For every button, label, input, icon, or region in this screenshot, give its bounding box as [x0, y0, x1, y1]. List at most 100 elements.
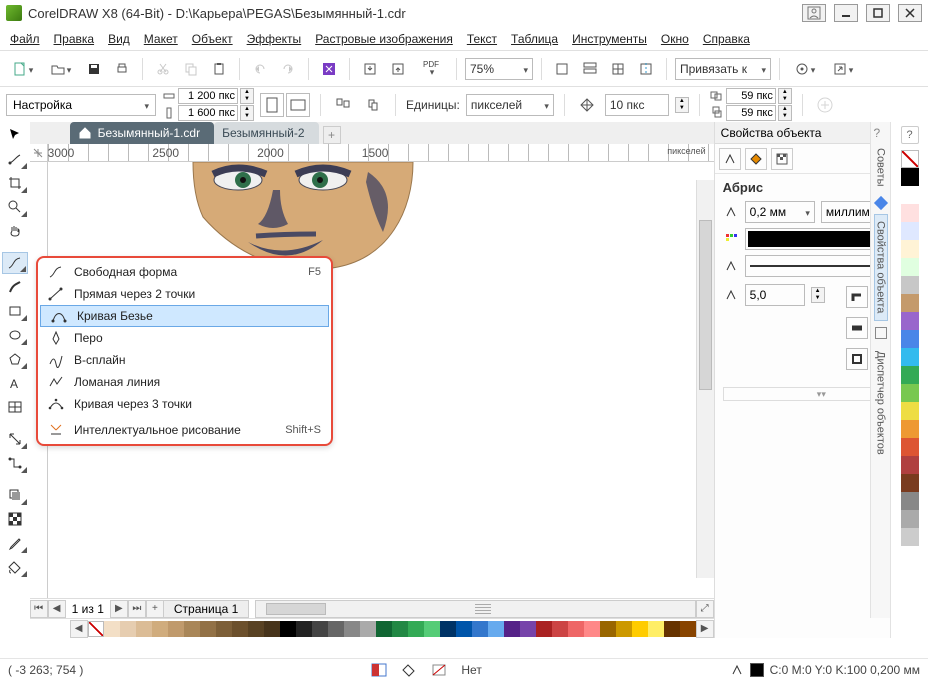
color-swatch[interactable] [360, 621, 376, 637]
color-swatch[interactable] [901, 456, 919, 474]
flyout-bspline[interactable]: В-сплайн [38, 349, 331, 371]
menu-edit[interactable]: Правка [54, 31, 95, 46]
search-content-button[interactable] [317, 57, 341, 81]
account-button[interactable] [802, 4, 826, 22]
no-color-swatch[interactable] [88, 621, 104, 637]
fullscreen-button[interactable] [550, 57, 574, 81]
rectangle-tool[interactable] [2, 300, 28, 322]
color-swatch[interactable] [648, 621, 664, 637]
outline-tab[interactable] [719, 148, 741, 170]
miter-spinner[interactable]: ▲▼ [811, 287, 825, 303]
color-swatch[interactable] [104, 621, 120, 637]
minimize-button[interactable] [834, 4, 858, 22]
units-select[interactable]: пикселей [466, 94, 554, 116]
current-page-button[interactable] [361, 93, 385, 117]
transparency-tool[interactable] [2, 508, 28, 530]
color-swatch[interactable] [152, 621, 168, 637]
first-page-button[interactable]: ⏮ [30, 600, 48, 618]
menu-effects[interactable]: Эффекты [247, 31, 302, 46]
connector-tool[interactable] [2, 452, 28, 474]
show-grid-button[interactable] [606, 57, 630, 81]
menu-file[interactable]: Файл [10, 31, 40, 46]
flyout-pen[interactable]: Перо [38, 327, 331, 349]
docker-tab-obj-props[interactable]: Свойства объекта [874, 214, 888, 320]
next-page-button[interactable]: ▶ [110, 600, 128, 618]
color-swatch[interactable] [901, 438, 919, 456]
export-button[interactable] [386, 57, 410, 81]
color-swatch[interactable] [392, 621, 408, 637]
color-swatch[interactable] [136, 621, 152, 637]
pan-tool[interactable] [2, 220, 28, 242]
zoom-one-shot-button[interactable]: ⤢ [696, 600, 714, 618]
color-swatch[interactable] [901, 348, 919, 366]
transparency-tab[interactable] [771, 148, 793, 170]
all-pages-button[interactable] [331, 93, 355, 117]
color-swatch[interactable] [328, 621, 344, 637]
freehand-tool[interactable] [2, 252, 28, 274]
flyout-bezier[interactable]: Кривая Безье [40, 305, 329, 327]
page-tab-1[interactable]: Страница 1 [163, 600, 249, 618]
color-swatch[interactable] [664, 621, 680, 637]
open-docker-button[interactable] [813, 93, 837, 117]
vertical-scrollbar[interactable] [696, 180, 714, 578]
color-swatch[interactable] [901, 222, 919, 240]
color-swatch[interactable] [901, 168, 919, 186]
color-swatch[interactable] [184, 621, 200, 637]
page-width-input[interactable]: 1 200 пкс [178, 88, 238, 104]
color-swatch[interactable] [901, 492, 919, 510]
ruler-horizontal[interactable]: 3000 2500 2000 1500 пикселей [30, 144, 714, 162]
print-button[interactable] [110, 57, 134, 81]
color-swatch[interactable] [536, 621, 552, 637]
palette-right-button[interactable]: ▶ [696, 620, 714, 638]
doc-tab-inactive[interactable]: Безымянный-2 [214, 122, 318, 144]
copy-button[interactable] [179, 57, 203, 81]
color-swatch[interactable] [264, 621, 280, 637]
page-preset-select[interactable]: Настройка [6, 94, 156, 116]
menu-tools[interactable]: Инструменты [572, 31, 647, 46]
cut-button[interactable] [151, 57, 175, 81]
dup-y-input[interactable]: 59 пкс [726, 105, 776, 121]
close-button[interactable] [898, 4, 922, 22]
miter-limit-input[interactable]: 5,0 [745, 284, 805, 306]
color-swatch[interactable] [901, 330, 919, 348]
text-tool[interactable]: A [2, 372, 28, 394]
color-swatch[interactable] [312, 621, 328, 637]
flyout-smart-drawing[interactable]: Интеллектуальное рисованиеShift+S [38, 419, 331, 441]
color-swatch[interactable] [584, 621, 600, 637]
menu-window[interactable]: Окно [661, 31, 689, 46]
new-tab-button[interactable]: + [323, 126, 341, 144]
artistic-media-tool[interactable] [2, 276, 28, 298]
pick-tool[interactable] [2, 124, 28, 146]
menu-layout[interactable]: Макет [144, 31, 178, 46]
color-swatch[interactable] [488, 621, 504, 637]
menu-help[interactable]: Справка [703, 31, 750, 46]
color-swatch[interactable] [616, 621, 632, 637]
pos-outside-button[interactable] [846, 348, 868, 370]
color-swatch[interactable] [901, 528, 919, 546]
show-rulers-button[interactable] [578, 57, 602, 81]
prev-page-button[interactable]: ◀ [48, 600, 66, 618]
flyout-freehand[interactable]: Свободная формаF5 [38, 261, 331, 283]
last-page-button[interactable]: ⏭ [128, 600, 146, 618]
fill-tool[interactable] [2, 556, 28, 578]
polygon-tool[interactable] [2, 348, 28, 370]
zoom-tool[interactable] [2, 196, 28, 218]
color-swatch[interactable] [901, 420, 919, 438]
horizontal-scrollbar[interactable] [255, 600, 695, 618]
maximize-button[interactable] [866, 4, 890, 22]
launch-button[interactable] [826, 57, 860, 81]
menu-object[interactable]: Объект [192, 31, 233, 46]
eyedropper-tool[interactable] [2, 532, 28, 554]
redo-button[interactable] [276, 57, 300, 81]
zoom-select[interactable]: 75% [465, 58, 533, 80]
color-swatch[interactable] [901, 204, 919, 222]
color-swatch[interactable] [440, 621, 456, 637]
table-tool[interactable] [2, 396, 28, 418]
width-spinner[interactable]: ▲▼ [240, 88, 254, 104]
menu-bitmaps[interactable]: Растровые изображения [315, 31, 453, 46]
paste-button[interactable] [207, 57, 231, 81]
show-guidelines-button[interactable] [634, 57, 658, 81]
color-swatch[interactable] [901, 186, 919, 204]
palette-left-button[interactable]: ◀ [70, 620, 88, 638]
nudge-input[interactable]: 10 пкс [605, 94, 669, 116]
